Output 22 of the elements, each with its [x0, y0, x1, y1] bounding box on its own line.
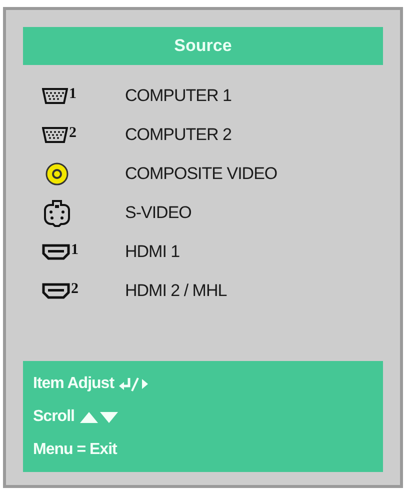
- rca-jack-icon: [45, 162, 69, 186]
- s-video-port-icon: [44, 198, 70, 226]
- source-item[interactable]: S-VIDEO: [125, 202, 192, 222]
- source-item[interactable]: COMPOSITE VIDEO: [125, 164, 278, 184]
- port-number: 2: [71, 281, 78, 298]
- port-number: 1: [69, 86, 76, 103]
- vga-port-icon: [42, 126, 68, 142]
- vga-port-icon: [42, 88, 68, 104]
- hdmi-port-icon: [42, 282, 70, 298]
- source-item[interactable]: COMPUTER 2: [125, 124, 232, 144]
- menu-title: Source: [23, 27, 383, 65]
- hdmi-port-icon: [42, 244, 70, 260]
- up-down-arrows-icon: [79, 410, 120, 424]
- help-text: Menu = Exit: [33, 440, 117, 458]
- enter-right-arrow-icon: [119, 376, 150, 392]
- port-number: 1: [71, 242, 78, 259]
- source-item[interactable]: COMPUTER 1: [125, 86, 232, 106]
- help-text: Item Adjust: [33, 374, 114, 392]
- port-number: 2: [69, 125, 76, 142]
- source-item[interactable]: HDMI 2 / MHL: [125, 280, 227, 300]
- help-text: Scroll: [33, 408, 74, 426]
- source-item[interactable]: HDMI 1: [125, 242, 180, 262]
